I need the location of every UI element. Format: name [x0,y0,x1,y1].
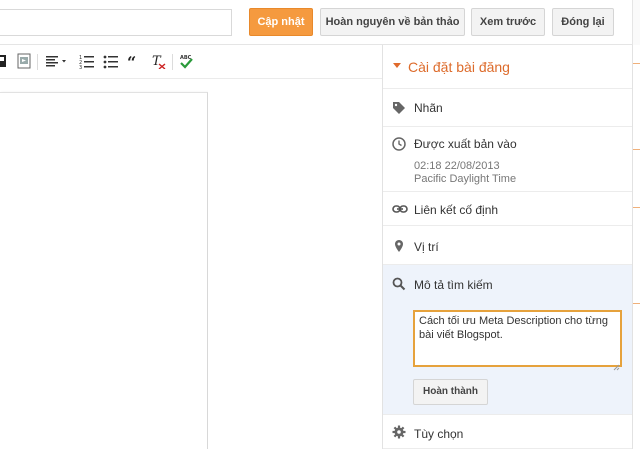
sidebar-item-label[interactable]: Mô tả tìm kiếm [414,278,493,292]
tag-icon [392,101,406,115]
toolbar-separator [172,54,173,70]
bullet-list-icon[interactable] [103,53,119,71]
clear-formatting-icon[interactable]: T [151,53,167,71]
sidebar-item-label: Vị trí [414,240,439,254]
editor-background [208,80,382,449]
close-button[interactable]: Đóng lại [552,8,614,36]
resize-grip-icon[interactable] [613,358,620,371]
revert-to-draft-button[interactable]: Hoàn nguyên về bản thảo [320,8,465,36]
post-body-editor[interactable] [0,92,208,449]
edge-divider [633,149,640,150]
preview-button[interactable]: Xem trước [471,8,545,36]
formatting-toolbar: 123 “ T ABC [0,45,382,79]
sidebar-item-published[interactable]: Được xuất bản vào 02:18 22/08/2013 Pacif… [383,127,633,192]
svg-text:“: “ [127,53,136,69]
sidebar-item-search-description: Mô tả tìm kiếm Cách tối ưu Meta Descript… [383,265,633,415]
sidebar-item-options[interactable]: Tùy chọn [383,415,633,449]
published-datetime: 02:18 22/08/2013 [414,160,500,172]
edge-divider [633,63,640,64]
sidebar-item-location[interactable]: Vị trí [383,226,633,265]
update-button[interactable]: Cập nhật [249,8,313,36]
post-settings-title: Cài đặt bài đăng [408,59,510,75]
post-settings-sidebar: Cài đặt bài đăng Nhãn Được xuất bản vào … [382,45,633,449]
svg-text:T: T [152,54,162,69]
location-pin-icon [392,239,406,253]
sidebar-item-label: Liên kết cố định [414,203,499,217]
quote-icon[interactable]: “ [127,53,141,71]
link-icon [392,202,408,216]
caret-down-icon [393,63,401,68]
post-title-input[interactable] [0,9,232,36]
insert-image-icon[interactable] [0,53,8,71]
sidebar-item-label: Được xuất bản vào [414,137,517,151]
topbar-edge [632,0,640,45]
clock-icon [392,137,406,151]
editor-area [0,80,382,449]
sidebar-item-label: Nhãn [414,101,443,115]
right-edge-panel [632,45,640,449]
edge-divider [633,303,640,304]
top-bar: Cập nhật Hoàn nguyên về bản thảo Xem trư… [0,0,640,45]
post-settings-header[interactable]: Cài đặt bài đăng [383,45,633,89]
search-description-textarea[interactable]: Cách tối ưu Meta Description cho từng bà… [413,310,622,367]
toolbar-separator [37,54,38,70]
numbered-list-icon[interactable]: 123 [79,53,95,71]
gear-icon [392,425,406,439]
sidebar-item-permalink[interactable]: Liên kết cố định [383,192,633,226]
svg-text:3: 3 [79,65,82,69]
done-button[interactable]: Hoàn thành [413,379,488,405]
search-icon [392,277,406,291]
published-timezone: Pacific Daylight Time [414,173,517,185]
insert-video-icon[interactable] [17,53,31,71]
post-editor: Cập nhật Hoàn nguyên về bản thảo Xem trư… [0,0,640,449]
spellcheck-icon[interactable]: ABC [178,53,194,71]
align-icon[interactable] [45,53,71,71]
edge-divider [633,207,640,208]
sidebar-item-labels[interactable]: Nhãn [383,89,633,127]
sidebar-item-label: Tùy chọn [414,427,464,441]
